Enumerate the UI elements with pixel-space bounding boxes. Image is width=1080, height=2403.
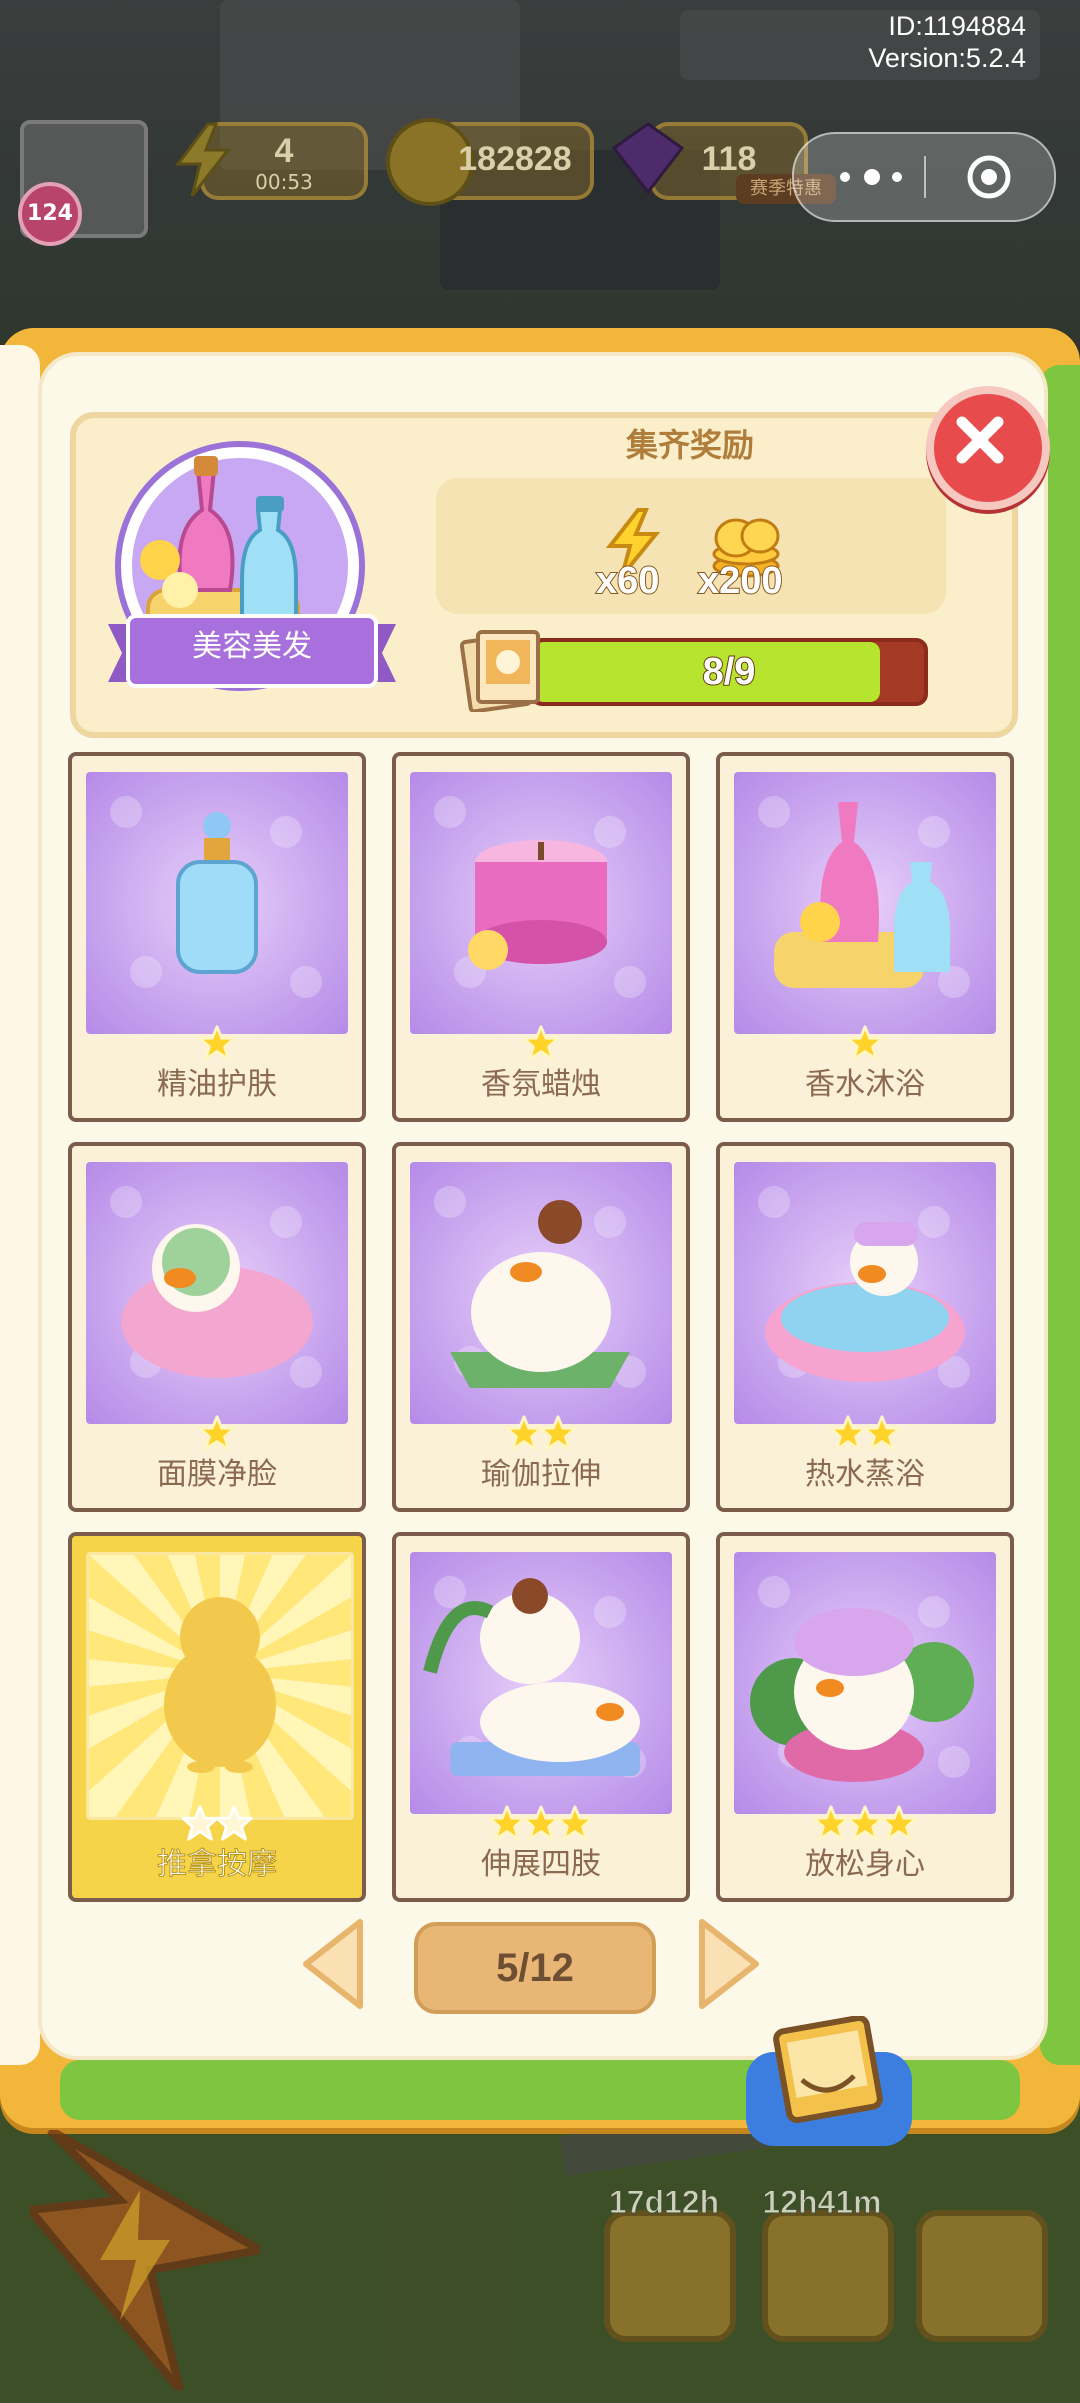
card-star-rating <box>720 1804 1010 1844</box>
card-name: 香氛蜡烛 <box>481 1067 601 1102</box>
star-icon <box>863 1414 901 1452</box>
collection-name: 美容美发 <box>192 629 312 664</box>
friends-button[interactable] <box>916 2210 1048 2342</box>
card-star-rating <box>72 1804 362 1844</box>
card-name: 精油护肤 <box>157 1067 277 1102</box>
duck-facemask-icon <box>86 1162 348 1424</box>
reward-energy-amount: x60 <box>595 559 660 603</box>
card-name: 热水蒸浴 <box>805 1457 925 1492</box>
coin-counter[interactable]: 182828 <box>386 118 594 206</box>
star-icon <box>181 1804 219 1842</box>
card-star-rating <box>396 1414 686 1454</box>
oil-bottle-icon <box>86 772 348 1034</box>
collection-card[interactable]: 瑜伽拉伸 <box>392 1142 690 1512</box>
close-icon <box>956 416 1004 464</box>
version-label: Version:5.2.4 <box>868 43 1026 73</box>
energy-timer: 00:53 <box>255 170 313 194</box>
card-album-button[interactable] <box>746 2016 912 2146</box>
star-icon <box>556 1804 594 1842</box>
card-star-rating <box>72 1024 362 1064</box>
reward-box <box>436 478 946 614</box>
close-miniprogram-icon[interactable] <box>966 154 1012 200</box>
star-icon <box>539 1414 577 1452</box>
star-icon <box>215 1804 253 1842</box>
card-name: 瑜伽拉伸 <box>481 1457 601 1492</box>
star-icon <box>880 1804 918 1842</box>
energy-bolt-icon <box>30 2130 260 2390</box>
card-star-rating <box>396 1804 686 1844</box>
card-name: 香水沐浴 <box>805 1067 925 1102</box>
next-page-button[interactable] <box>694 1916 764 2012</box>
star-icon <box>522 1804 560 1842</box>
duck-relax-icon <box>734 1552 996 1814</box>
card-star-rating <box>396 1024 686 1064</box>
card-name: 面膜净脸 <box>157 1457 277 1492</box>
more-menu-icon[interactable] <box>830 158 920 194</box>
card-name: 推拿按摩 <box>157 1847 278 1883</box>
progress-label: 8/9 <box>702 650 757 694</box>
reward-coin-amount: x200 <box>697 559 784 603</box>
miniprogram-capsule[interactable] <box>792 132 1056 222</box>
collection-card[interactable]: 伸展四肢 <box>392 1532 690 1902</box>
duck-yoga-icon <box>410 1162 672 1424</box>
book-page-edge <box>0 345 40 2065</box>
event-timer-2: 12h41m <box>762 2184 882 2221</box>
collection-card[interactable]: 推拿按摩 <box>68 1532 366 1902</box>
card-star-rating <box>72 1414 362 1454</box>
duck-bathtub-icon <box>734 1162 996 1424</box>
star-icon <box>198 1024 236 1062</box>
card-star-rating <box>720 1024 1010 1064</box>
coin-value: 182828 <box>458 140 572 178</box>
close-button[interactable] <box>926 386 1050 510</box>
star-icon <box>505 1414 543 1452</box>
collection-progress-bar: 8/9 <box>530 638 928 706</box>
event-timer-1: 17d12h <box>608 2184 720 2221</box>
star-icon <box>522 1024 560 1062</box>
card-name: 放松身心 <box>805 1847 925 1882</box>
page-indicator: 5/12 <box>414 1922 656 2014</box>
duck-stretch-icon <box>410 1552 672 1814</box>
reward-title: 集齐奖励 <box>625 426 754 464</box>
collection-card[interactable]: 香氛蜡烛 <box>392 752 690 1122</box>
star-icon <box>846 1804 884 1842</box>
card-name: 伸展四肢 <box>481 1847 601 1882</box>
star-icon <box>488 1804 526 1842</box>
energy-value: 4 <box>274 132 294 170</box>
collection-card[interactable]: 精油护肤 <box>68 752 366 1122</box>
collection-card[interactable]: 面膜净脸 <box>68 1142 366 1512</box>
card-stack-icon <box>460 630 540 712</box>
event-album-button[interactable] <box>762 2210 894 2342</box>
prev-page-button[interactable] <box>298 1916 368 2012</box>
event-gift-button[interactable] <box>604 2210 736 2342</box>
capsule-divider <box>924 156 926 198</box>
star-icon <box>812 1804 850 1842</box>
candle-icon <box>410 772 672 1034</box>
star-icon <box>829 1414 867 1452</box>
user-id-label: ID:1194884 <box>888 11 1026 41</box>
bath-set-icon <box>734 772 996 1034</box>
star-icon <box>846 1024 884 1062</box>
star-icon <box>198 1414 236 1452</box>
collection-card[interactable]: 热水蒸浴 <box>716 1142 1014 1512</box>
collection-card[interactable]: 香水沐浴 <box>716 752 1014 1122</box>
duck-silhouette-icon <box>86 1552 354 1820</box>
level-badge: 124 <box>18 182 82 246</box>
energy-counter[interactable]: 4 00:53 <box>175 122 368 200</box>
collection-card[interactable]: 放松身心 <box>716 1532 1014 1902</box>
card-star-rating <box>720 1414 1010 1454</box>
version-info: ID:1194884 Version:5.2.4 <box>868 10 1026 74</box>
